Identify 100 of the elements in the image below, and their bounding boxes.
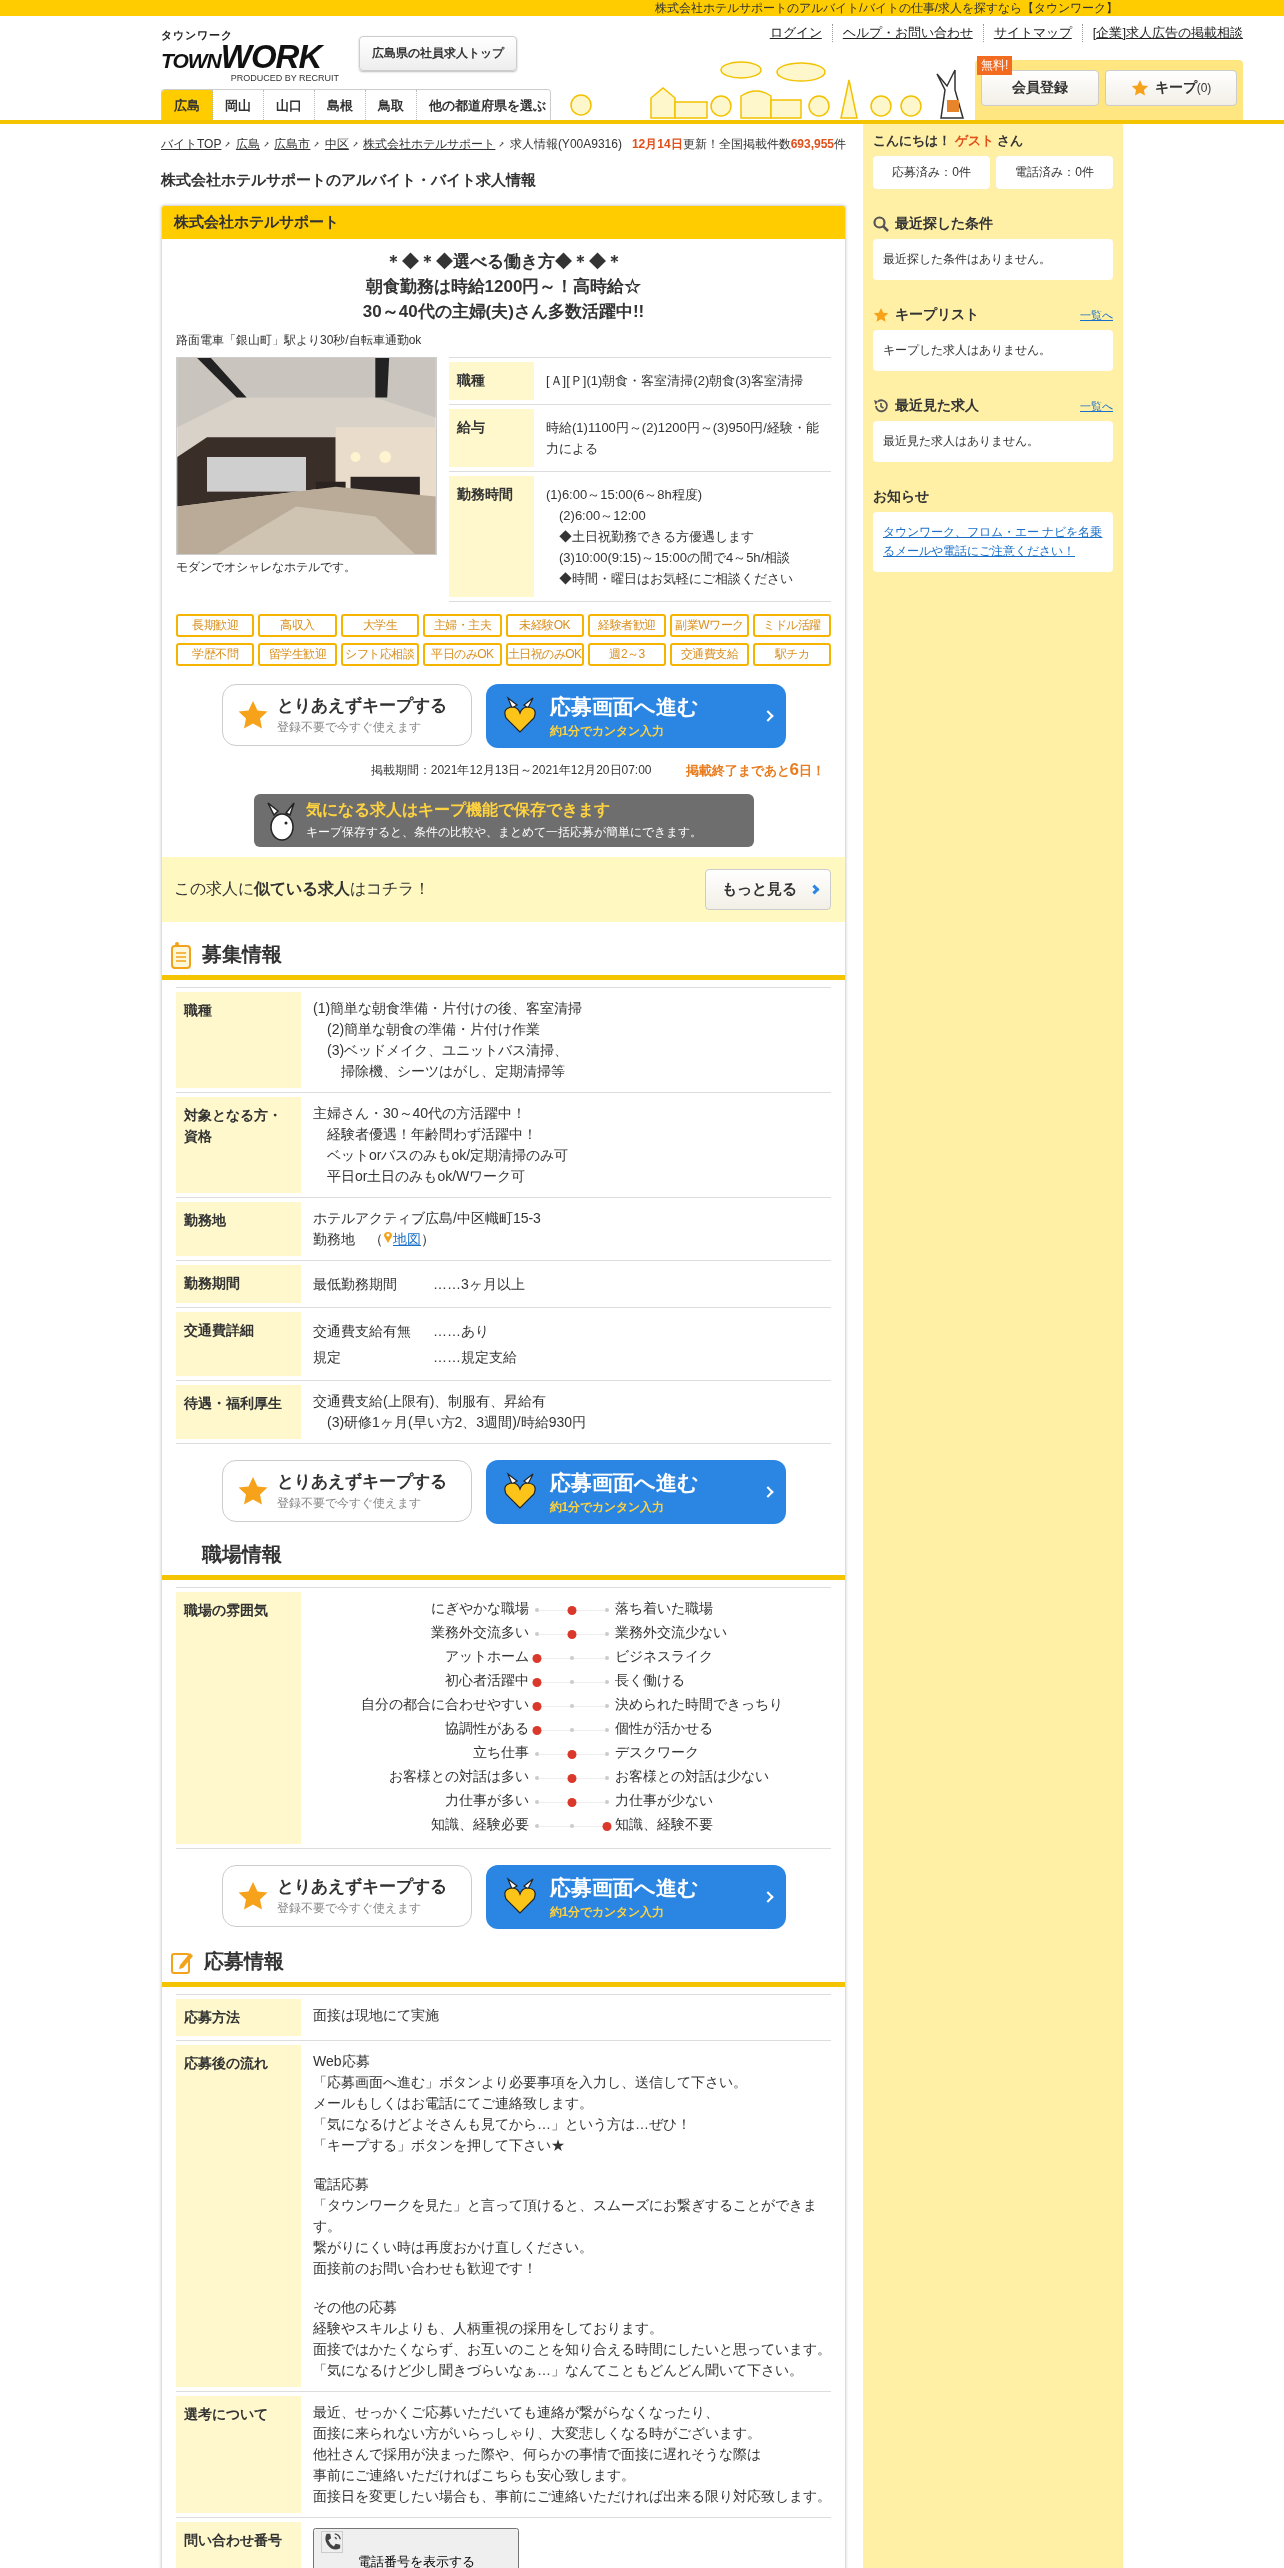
days-remaining: 掲載終了まであと6日！ <box>685 760 825 780</box>
scale-left-label: 力仕事が多い <box>444 1791 529 1810</box>
keep-button[interactable]: キープ(0) <box>1105 70 1237 106</box>
section-title: 応募情報 <box>204 1949 284 1974</box>
photo-caption: モダンでオシャレなホテルです。 <box>176 559 357 576</box>
townwork-logo[interactable]: タウンワーク TOWNWORK PRODUCED BY RECRUIT <box>161 30 339 83</box>
scale-point <box>605 1704 609 1708</box>
detail-text: 面接は現地にて実施 <box>313 2006 440 2025</box>
row-label: 応募後の流れ <box>176 2045 301 2387</box>
detail-text: 面接ではかたくならず、お互いのことを知り合える時間にしたいと思っています。 <box>313 2340 831 2359</box>
row-label: 応募方法 <box>176 1999 301 2036</box>
seo-tagline: 株式会社ホテルサポートのアルバイト/バイトの仕事/求人を探すなら【タウンワーク】 <box>655 1 1118 15</box>
scale-right-label: 長く働ける <box>615 1671 686 1690</box>
breadcrumb-link[interactable]: バイトTOP <box>161 136 222 153</box>
greeting-text: こんにちは！ ゲスト さん <box>873 132 1025 150</box>
prefecture-tab[interactable]: 広島 <box>162 90 213 120</box>
row-label: 問い合わせ番号 <box>176 2522 301 2568</box>
update-info: 12月14日更新！全国掲載件数693,955件 <box>631 136 846 153</box>
scale-right-label: 落ち着いた職場 <box>615 1599 714 1618</box>
detail-text: 掃除機、シーツはがし、定期清掃等 <box>340 1062 566 1081</box>
header-link[interactable]: ログイン <box>759 24 832 42</box>
detail-text: 事前にご連絡いただければこちらも安心致します。 <box>313 2466 636 2485</box>
row-label: 対象となる方・資格 <box>176 1097 301 1193</box>
detail-text: 平日or土日のみもok/Wワーク可 <box>326 1167 527 1186</box>
row-label: 職種 <box>176 992 301 1088</box>
show-phone-button[interactable]: 電話番号を表示する <box>313 2528 519 2568</box>
detail-text: 時給(1)1100円～(2)1200円～(3)950円/経験・能力による <box>546 419 820 458</box>
notice-link[interactable]: タウンワーク、フロム・エー ナビを名乗るメールや電話にご注意ください！ <box>883 523 1103 561</box>
star-icon <box>236 699 269 731</box>
detail-text: (2)簡単な朝食の準備・片付け作業 <box>326 1020 542 1039</box>
scale-point <box>570 1704 574 1708</box>
keep-button[interactable]: とりあえずキープする 登録不要で今すぐ使えます <box>221 1460 472 1522</box>
detail-value: ……規定支給 <box>433 1348 517 1367</box>
scale-point <box>535 1824 539 1828</box>
scale-left-label: 知識、経験必要 <box>430 1815 529 1834</box>
detail-text: ホテルアクティブ広島/中区幟町15-3 <box>313 1209 542 1228</box>
breadcrumb-link[interactable]: 広島 <box>235 136 260 153</box>
notepad-icon <box>170 939 192 970</box>
section-title: 募集情報 <box>202 942 282 967</box>
breadcrumb-link[interactable]: 広島市 <box>274 136 311 153</box>
keep-button[interactable]: とりあえずキープする 登録不要で今すぐ使えます <box>221 684 472 746</box>
scale-point <box>605 1728 609 1732</box>
row-label: 交通費詳細 <box>176 1312 301 1376</box>
page-title: 株式会社ホテルサポートのアルバイト・バイト求人情報 <box>161 171 537 190</box>
list-link[interactable]: 一覧へ <box>1080 398 1113 414</box>
detail-text: (3)ベッドメイク、ユニットバス清掃、 <box>326 1041 570 1060</box>
detail-value: ……あり <box>433 1322 489 1341</box>
banner-title: 気になる求人はキープ機能で保存できます <box>305 800 611 821</box>
detail-text: メールもしくはお電話にてご連絡致します。 <box>313 2094 594 2113</box>
scale-left-label: 自分の都合に合わせやすい <box>360 1695 529 1714</box>
sidebar-heading: 最近見た求人 <box>895 397 980 415</box>
header-link[interactable]: [企業]求人広告の掲載相談 <box>1081 24 1243 42</box>
search-icon <box>873 216 889 232</box>
member-register-button[interactable]: 会員登録 <box>981 70 1099 106</box>
star-icon <box>236 1880 269 1912</box>
headline-text: 朝食勤務は時給1200円～！高時給☆ <box>364 276 643 298</box>
detail-text: (1)簡単な朝食準備・片付けの後、客室清掃 <box>313 999 584 1018</box>
sidebar-heading: お知らせ <box>873 488 930 506</box>
apply-button[interactable]: 応募画面へ進む 約1分でカンタン入力 <box>485 1460 786 1524</box>
scale-left-label: 協調性がある <box>444 1719 529 1738</box>
row-label: 選考について <box>176 2396 301 2513</box>
apply-button[interactable]: 応募画面へ進む 約1分でカンタン入力 <box>485 684 786 748</box>
breadcrumb-link[interactable]: 株式会社ホテルサポート <box>363 136 496 153</box>
detail-text: ベットorバスのみもok/定期清掃のみ可 <box>326 1146 570 1165</box>
header-link[interactable]: サイトマップ <box>982 24 1082 42</box>
row-label: 職場の雰囲気 <box>176 1592 301 1844</box>
map-pin-icon <box>383 1230 393 1244</box>
scale-point <box>570 1728 574 1732</box>
scale-right-label: ビジネスライク <box>615 1647 714 1666</box>
detail-text: 主婦さん・30～40代の方活躍中！ <box>313 1104 528 1123</box>
header-link[interactable]: ヘルプ・お問い合わせ <box>831 24 983 42</box>
apply-button[interactable]: 応募画面へ進む 約1分でカンタン入力 <box>485 1865 786 1929</box>
empty-message: 最近探した条件はありません。 <box>883 251 1052 268</box>
scale-left-label: 初心者活躍中 <box>444 1671 529 1690</box>
location-line: 勤務地 （ 地図） <box>313 1229 436 1249</box>
row-label: 勤務地 <box>176 1202 301 1256</box>
prefecture-top-button[interactable]: 広島県の社員求人トップ <box>359 36 517 71</box>
scale-left-label: にぎやかな職場 <box>430 1599 529 1618</box>
keep-button[interactable]: とりあえずキープする 登録不要で今すぐ使えます <box>221 1865 472 1927</box>
detail-text: ◆土日祝勤務できる方優遇します <box>558 528 755 546</box>
scale-right-label: デスクワーク <box>615 1743 700 1762</box>
section-title: 職場情報 <box>202 1542 282 1567</box>
scale-point <box>535 1608 539 1612</box>
count-box: 応募済み：0件 <box>873 156 990 189</box>
detail-text: 最近、せっかくご応募いただいても連絡が繋がらなくなったり、 <box>313 2403 720 2422</box>
company-name: 株式会社ホテルサポート <box>162 206 845 239</box>
row-label: 待遇・福利厚生 <box>176 1385 301 1439</box>
row-label: 職種 <box>449 362 534 400</box>
list-link[interactable]: 一覧へ <box>1080 307 1113 323</box>
detail-value: ……3ヶ月以上 <box>433 1275 525 1294</box>
detail-text: ◆時間・曜日はお気軽にご相談ください <box>558 570 794 588</box>
more-button[interactable]: もっと見る <box>705 869 831 910</box>
detail-text: 交通費支給(上限有)、制服有、昇給有 <box>313 1392 548 1411</box>
breadcrumb-link[interactable]: 中区 <box>324 136 349 153</box>
banner-text: キープ保存すると、条件の比較や、まとめて一括応募が簡単にできます。 <box>305 824 702 841</box>
star-icon <box>873 307 889 323</box>
detail-text: 経験やスキルよりも、人柄重視の採用をしております。 <box>313 2319 664 2338</box>
row-label: 勤務期間 <box>176 1265 301 1303</box>
scale-point <box>535 1776 539 1780</box>
map-link[interactable]: 地図 <box>393 1231 421 1247</box>
